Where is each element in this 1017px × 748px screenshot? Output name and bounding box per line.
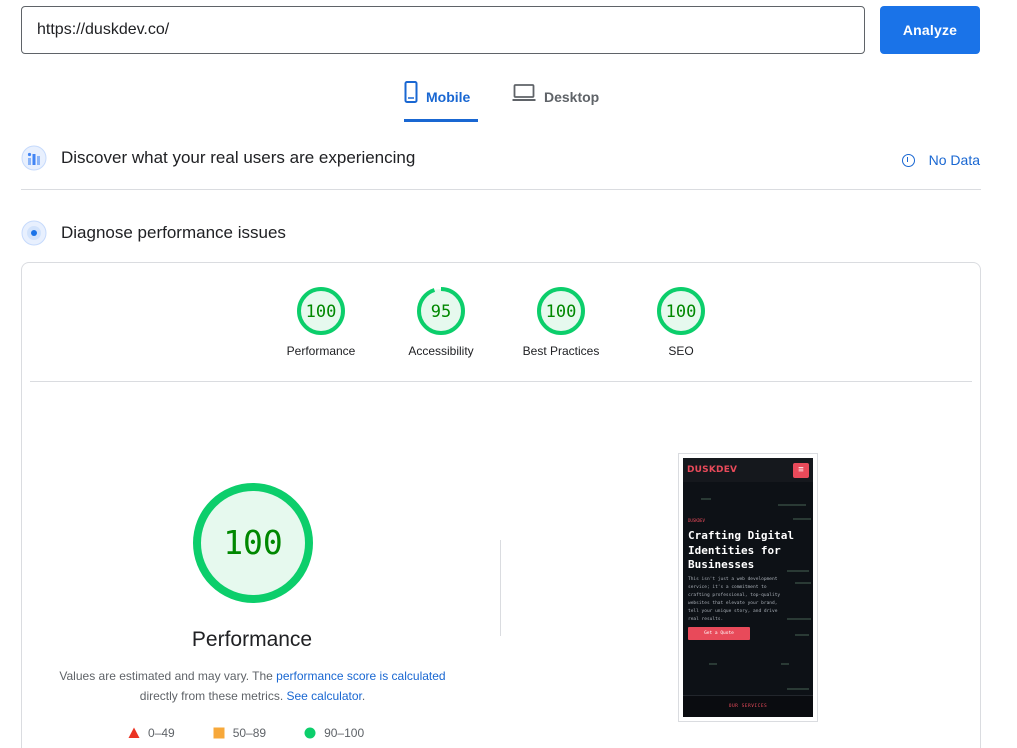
smartphone-icon bbox=[404, 80, 418, 107]
circle-icon bbox=[304, 727, 316, 739]
gauge-label: SEO bbox=[668, 344, 694, 358]
users-chart-icon bbox=[21, 145, 47, 171]
diagnose-title: Diagnose performance issues bbox=[61, 223, 286, 242]
triangle-icon bbox=[128, 727, 140, 738]
section-divider bbox=[21, 189, 981, 190]
gauge-ring: 100 bbox=[297, 287, 345, 335]
gauge-ring: 100 bbox=[657, 287, 705, 335]
score-gauge-best-practices[interactable]: 100 Best Practices bbox=[511, 286, 611, 358]
hamburger-menu-icon: ≡ bbox=[793, 462, 809, 478]
score-gauge-seo[interactable]: 100 SEO bbox=[631, 286, 731, 358]
legend-range: 0–49 bbox=[148, 726, 175, 740]
see-calculator-link[interactable]: See calculator bbox=[286, 689, 361, 703]
gauge-ring: 100 bbox=[537, 287, 585, 335]
performance-main-gauge: 100 bbox=[193, 483, 313, 603]
score-legend: 0–49 50–89 90–100 bbox=[128, 726, 402, 740]
tab-mobile[interactable]: Mobile bbox=[404, 80, 478, 122]
desc-text: . bbox=[361, 689, 366, 703]
score-gauge-accessibility[interactable]: 95 Accessibility bbox=[391, 286, 491, 358]
legend-range: 90–100 bbox=[324, 726, 365, 740]
desc-text: Values are estimated and may vary. The bbox=[59, 669, 277, 683]
no-data-label: No Data bbox=[928, 152, 980, 168]
vertical-divider bbox=[500, 540, 501, 636]
main-gauge-title: Performance bbox=[191, 628, 313, 651]
laptop-icon bbox=[512, 80, 536, 107]
screenshot-navbar: DUSKDEV ≡ bbox=[683, 458, 813, 482]
gauge-label: Best Practices bbox=[522, 344, 600, 358]
crux-title: Discover what your real users are experi… bbox=[61, 148, 416, 167]
screenshot-cta: Get a Quote bbox=[688, 627, 750, 640]
square-icon bbox=[213, 727, 225, 739]
gauge-value: 100 bbox=[666, 302, 697, 322]
lighthouse-icon bbox=[21, 220, 47, 246]
legend-item-fail: 0–49 bbox=[128, 726, 175, 740]
crux-section-header: Discover what your real users are experi… bbox=[21, 140, 981, 176]
gauge-value: 100 bbox=[546, 302, 577, 322]
desc-text: directly from these metrics. bbox=[139, 689, 287, 703]
info-icon bbox=[901, 153, 915, 167]
main-gauge-value: 100 bbox=[223, 523, 283, 562]
gauge-label: Performance bbox=[286, 344, 356, 358]
legend-range: 50–89 bbox=[232, 726, 267, 740]
screenshot-body: This isn't just a web development servic… bbox=[688, 577, 781, 622]
tab-label: Mobile bbox=[426, 89, 471, 105]
screenshot-headline: Crafting Digital Identities for Business… bbox=[688, 529, 794, 571]
no-data-status[interactable]: No Data bbox=[901, 152, 980, 168]
gauge-value: 100 bbox=[306, 302, 337, 322]
screenshot-kicker: DUSKDEV bbox=[688, 518, 705, 523]
tab-label: Desktop bbox=[544, 89, 600, 105]
legend-item-pass: 90–100 bbox=[304, 726, 364, 740]
screenshot-logo: DUSKDEV bbox=[687, 465, 738, 475]
performance-score-link[interactable]: performance score is calculated bbox=[276, 669, 445, 683]
analyze-button[interactable]: Analyze bbox=[880, 6, 980, 54]
score-description: Values are estimated and may vary. The p… bbox=[40, 666, 465, 706]
gauge-ring: 95 bbox=[417, 287, 465, 335]
card-divider bbox=[30, 381, 972, 382]
screenshot-bottom-bar: OUR SERVICES bbox=[683, 695, 813, 717]
page-screenshot: DUSKDEV ≡ DUSKDEV Crafting Digital Ident… bbox=[683, 458, 813, 717]
url-input[interactable] bbox=[21, 6, 865, 54]
gauge-label: Accessibility bbox=[408, 344, 474, 358]
gauge-value: 95 bbox=[431, 302, 451, 322]
tab-desktop[interactable]: Desktop bbox=[512, 80, 604, 122]
legend-item-average: 50–89 bbox=[213, 726, 266, 740]
diagnose-section-header: Diagnose performance issues bbox=[21, 215, 981, 251]
page-screenshot-thumbnail: DUSKDEV ≡ DUSKDEV Crafting Digital Ident… bbox=[678, 453, 818, 722]
score-gauge-performance[interactable]: 100 Performance bbox=[271, 286, 371, 358]
